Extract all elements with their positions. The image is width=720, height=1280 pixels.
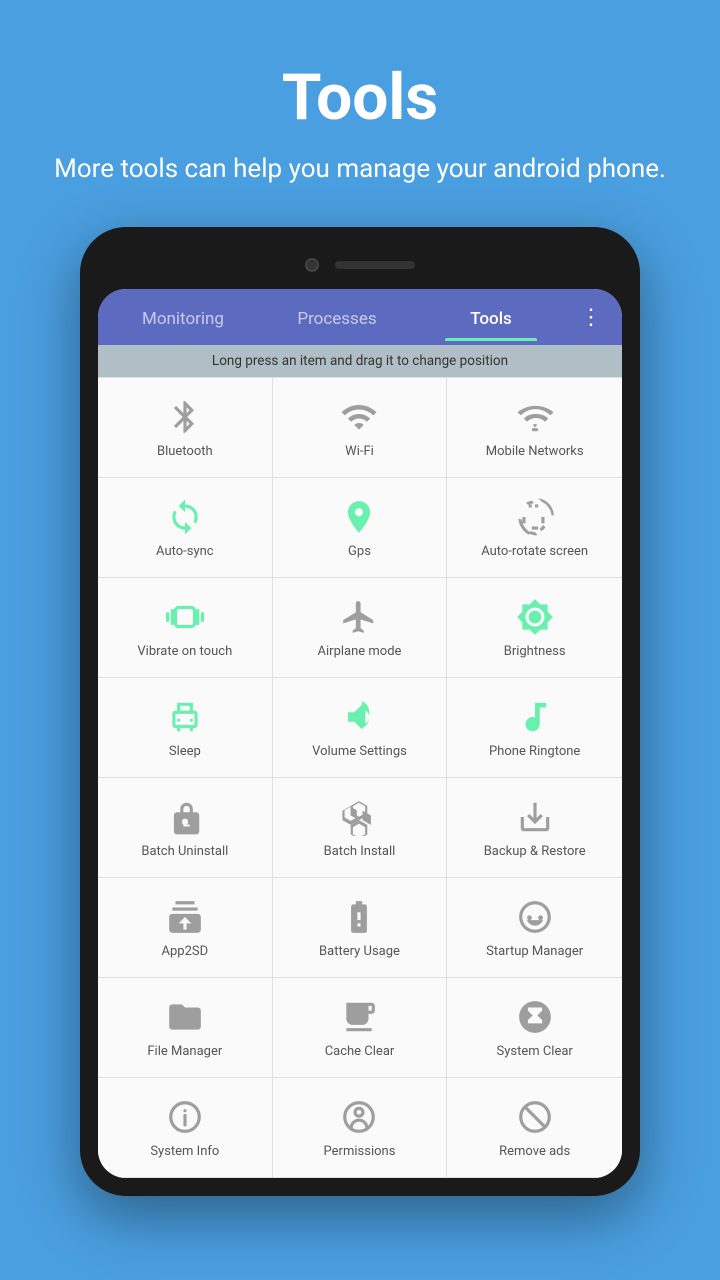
tool-battery[interactable]: Battery Usage	[273, 878, 448, 978]
tool-permissions[interactable]: Permissions	[273, 1078, 448, 1178]
tool-gps[interactable]: Gps	[273, 478, 448, 578]
tool-cache-clear[interactable]: Cache Clear	[273, 978, 448, 1078]
header: Tools More tools can help you manage you…	[0, 0, 720, 217]
tool-bluetooth-label: Bluetooth	[157, 444, 213, 461]
tool-airplane[interactable]: Airplane mode	[273, 578, 448, 678]
tool-app2sd[interactable]: App2SD	[98, 878, 273, 978]
tool-batch-uninstall[interactable]: Batch Uninstall	[98, 778, 273, 878]
tool-airplane-label: Airplane mode	[318, 644, 402, 661]
tool-remove-ads-label: Remove ads	[499, 1144, 570, 1161]
tool-bluetooth[interactable]: Bluetooth	[98, 378, 273, 478]
phone-notch	[98, 245, 622, 285]
tool-battery-label: Battery Usage	[319, 944, 400, 961]
phone-mockup: Monitoring Processes Tools ⋮ Long press …	[80, 227, 640, 1196]
tool-autorotate-label: Auto-rotate screen	[481, 544, 588, 561]
tool-system-clear-label: System Clear	[496, 1044, 572, 1061]
speaker-bar	[335, 261, 415, 269]
tool-wifi-label: Wi-Fi	[345, 444, 374, 461]
page-subtitle: More tools can help you manage your andr…	[40, 151, 680, 187]
tool-permissions-label: Permissions	[324, 1144, 396, 1161]
tool-sleep-label: Sleep	[169, 744, 201, 761]
tool-volume[interactable]: Volume Settings	[273, 678, 448, 778]
tool-vibrate-label: Vibrate on touch	[137, 644, 232, 661]
tool-file-manager-label: File Manager	[147, 1044, 222, 1061]
tool-ringtone[interactable]: Phone Ringtone	[447, 678, 622, 778]
tool-backup[interactable]: Backup & Restore	[447, 778, 622, 878]
tool-system-info[interactable]: System Info	[98, 1078, 273, 1178]
tool-cache-clear-label: Cache Clear	[325, 1044, 395, 1061]
tool-startup-label: Startup Manager	[486, 944, 583, 961]
tool-backup-label: Backup & Restore	[484, 844, 586, 861]
tab-monitoring[interactable]: Monitoring	[106, 293, 260, 341]
tool-system-clear[interactable]: System Clear	[447, 978, 622, 1078]
tool-gps-label: Gps	[348, 544, 371, 561]
tool-autosync[interactable]: Auto-sync	[98, 478, 273, 578]
tool-autosync-label: Auto-sync	[156, 544, 214, 561]
tool-remove-ads[interactable]: Remove ads	[447, 1078, 622, 1178]
page-title: Tools	[40, 60, 680, 135]
tool-batch-uninstall-label: Batch Uninstall	[141, 844, 228, 861]
tool-system-info-label: System Info	[150, 1144, 219, 1161]
tool-ringtone-label: Phone Ringtone	[489, 744, 580, 761]
tab-bar: Monitoring Processes Tools ⋮	[98, 289, 622, 345]
tool-batch-install-label: Batch Install	[324, 844, 396, 861]
tool-batch-install[interactable]: Batch Install	[273, 778, 448, 878]
more-menu-button[interactable]: ⋮	[568, 305, 614, 330]
tool-file-manager[interactable]: File Manager	[98, 978, 273, 1078]
camera-dot	[305, 258, 319, 272]
tool-mobile-networks[interactable]: Mobile Networks	[447, 378, 622, 478]
hint-bar: Long press an item and drag it to change…	[98, 345, 622, 377]
tool-mobile-networks-label: Mobile Networks	[486, 444, 584, 461]
tab-processes[interactable]: Processes	[260, 293, 414, 341]
tools-grid: Bluetooth Wi-Fi Mobile Networks Auto-syn…	[98, 377, 622, 1178]
tool-startup[interactable]: Startup Manager	[447, 878, 622, 978]
tool-volume-label: Volume Settings	[312, 744, 407, 761]
tool-brightness[interactable]: Brightness	[447, 578, 622, 678]
tool-autorotate[interactable]: Auto-rotate screen	[447, 478, 622, 578]
tab-tools[interactable]: Tools	[414, 293, 568, 341]
tool-vibrate[interactable]: Vibrate on touch	[98, 578, 273, 678]
tool-sleep[interactable]: Sleep	[98, 678, 273, 778]
tool-brightness-label: Brightness	[504, 644, 566, 661]
phone-screen: Monitoring Processes Tools ⋮ Long press …	[98, 289, 622, 1178]
tool-wifi[interactable]: Wi-Fi	[273, 378, 448, 478]
tool-app2sd-label: App2SD	[162, 944, 209, 961]
